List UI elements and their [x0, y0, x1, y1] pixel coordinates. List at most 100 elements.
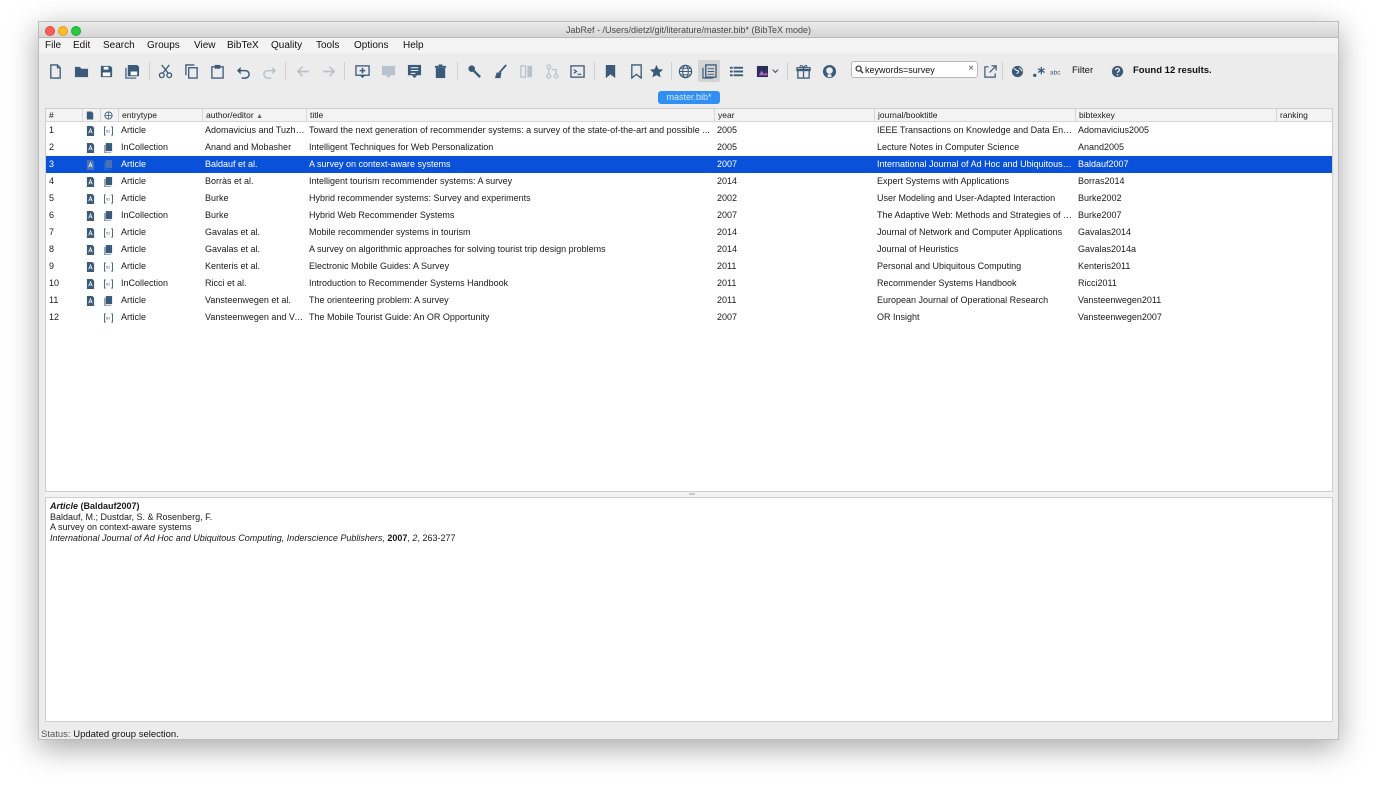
cell-author: Burke	[205, 193, 229, 203]
table-row[interactable]: 8 Article Gavalas et al. A survey on algori…	[46, 241, 1332, 258]
side-pane-icon[interactable]	[698, 60, 720, 82]
menu-view[interactable]: View	[194, 40, 216, 51]
doi-link-icon[interactable]: ID	[104, 194, 113, 204]
mark-icon[interactable]	[602, 63, 618, 79]
help-icon[interactable]	[1109, 63, 1125, 79]
menu-help[interactable]: Help	[403, 40, 424, 51]
pdf-file-icon[interactable]	[86, 279, 95, 289]
search-field[interactable]: ×	[851, 61, 978, 78]
pdf-file-icon[interactable]	[86, 262, 95, 272]
menu-bibtex[interactable]: BibTeX	[227, 40, 259, 51]
new-entry-from-plaintext-icon[interactable]	[380, 63, 396, 79]
web-search-icon[interactable]	[677, 63, 693, 79]
pdf-file-icon[interactable]	[86, 296, 95, 306]
window-title: JabRef - /Users/dietzl/git/literature/ma…	[565, 25, 812, 35]
doi-link-icon[interactable]: ID	[104, 279, 113, 289]
clear-search-icon[interactable]: ×	[968, 63, 974, 74]
column-header-journal[interactable]: journal/booktitle	[874, 109, 1075, 121]
column-header-links[interactable]	[100, 109, 118, 121]
undo-icon[interactable]	[235, 63, 251, 79]
doi-link-icon[interactable]: ID	[104, 126, 113, 136]
doi-link-icon[interactable]: ID	[104, 313, 113, 323]
forward-icon[interactable]	[320, 63, 336, 79]
regex-icon[interactable]	[1030, 63, 1046, 79]
book-link-icon[interactable]	[104, 143, 113, 153]
cell-title: A survey on algorithmic approaches for s…	[309, 244, 606, 254]
table-row[interactable]: 3 Article Baldauf et al. A survey on contex…	[46, 156, 1332, 173]
star-icon[interactable]	[648, 63, 664, 79]
open-library-icon[interactable]	[73, 63, 89, 79]
menu-file[interactable]: File	[45, 40, 61, 51]
github-icon[interactable]	[821, 63, 837, 79]
table-row[interactable]: 6 InCollection Burke Hybrid Web Recommender…	[46, 207, 1332, 224]
new-library-icon[interactable]	[47, 63, 63, 79]
pdf-file-icon[interactable]	[86, 160, 95, 170]
unmark-icon[interactable]	[628, 63, 644, 79]
table-row[interactable]: ID 10 InCollection Ricci et al. Introduction…	[46, 275, 1332, 292]
menu-edit[interactable]: Edit	[73, 40, 90, 51]
search-key-icon[interactable]	[466, 63, 482, 79]
column-header-ranking[interactable]: ranking	[1276, 109, 1332, 121]
edit-entry-icon[interactable]	[406, 63, 422, 79]
column-header-author[interactable]: author/editor ▲	[202, 109, 306, 121]
column-header-title[interactable]: title	[306, 109, 714, 121]
table-row[interactable]: ID 1 Article Adomavicius and Tuzhilin Toward…	[46, 122, 1332, 139]
doi-link-icon[interactable]: ID	[104, 262, 113, 272]
split-icon[interactable]	[544, 63, 560, 79]
search-input[interactable]	[865, 63, 961, 76]
paste-icon[interactable]	[209, 63, 225, 79]
column-header-files[interactable]	[82, 109, 100, 121]
book-link-icon[interactable]	[104, 177, 113, 187]
column-header-year[interactable]: year	[714, 109, 874, 121]
cleanup-icon[interactable]	[492, 63, 508, 79]
menu-options[interactable]: Options	[354, 40, 388, 51]
new-entry-icon[interactable]	[354, 63, 370, 79]
menu-groups[interactable]: Groups	[147, 40, 180, 51]
globe-icon[interactable]	[1009, 63, 1025, 79]
filter-button[interactable]: Filter	[1072, 65, 1093, 76]
case-sensitive-icon[interactable]: abc	[1049, 63, 1065, 79]
pdf-file-icon[interactable]	[86, 143, 95, 153]
pdf-file-icon[interactable]	[86, 245, 95, 255]
copy-icon[interactable]	[183, 63, 199, 79]
book-link-icon[interactable]	[104, 296, 113, 306]
delete-entry-icon[interactable]	[432, 63, 448, 79]
table-row[interactable]: 4 Article Borràs et al. Intelligent tourism…	[46, 173, 1332, 190]
table-icon[interactable]	[728, 63, 744, 79]
table-row[interactable]: ID 5 Article Burke Hybrid recommender system…	[46, 190, 1332, 207]
book-link-icon[interactable]	[104, 245, 113, 255]
column-header-bibtexkey[interactable]: bibtexkey	[1075, 109, 1276, 121]
terminal-icon[interactable]	[569, 63, 585, 79]
menu-quality[interactable]: Quality	[271, 40, 302, 51]
merge-icon[interactable]	[518, 63, 534, 79]
table-row[interactable]: ID 12 Article Vansteenwegen and Va... The Mo…	[46, 309, 1332, 326]
cut-icon[interactable]	[157, 63, 173, 79]
table-row[interactable]: ID 9 Article Kenteris et al. Electronic Mobi…	[46, 258, 1332, 275]
doi-link-icon[interactable]: ID	[104, 228, 113, 238]
book-link-icon[interactable]	[104, 211, 113, 221]
menu-search[interactable]: Search	[103, 40, 135, 51]
table-row[interactable]: ID 7 Article Gavalas et al. Mobile recommend…	[46, 224, 1332, 241]
cell-year: 2011	[717, 261, 737, 271]
preview-style-icon[interactable]	[755, 63, 781, 79]
save-icon[interactable]	[98, 63, 114, 79]
cell-author: Adomavicius and Tuzhilin	[205, 125, 305, 135]
table-row[interactable]: 11 Article Vansteenwegen et al. The oriente…	[46, 292, 1332, 309]
redo-icon[interactable]	[261, 63, 277, 79]
save-all-icon[interactable]	[124, 63, 140, 79]
pdf-file-icon[interactable]	[86, 194, 95, 204]
open-external-icon[interactable]	[982, 63, 998, 79]
book-link-icon[interactable]	[104, 160, 113, 170]
library-tab[interactable]: master.bib*	[658, 91, 720, 104]
menu-tools[interactable]: Tools	[316, 40, 339, 51]
gift-icon[interactable]	[795, 63, 811, 79]
column-header-entrytype[interactable]: entrytype	[118, 109, 202, 121]
cell-journal: Journal of Heuristics	[877, 244, 959, 254]
pdf-file-icon[interactable]	[86, 177, 95, 187]
pdf-file-icon[interactable]	[86, 211, 95, 221]
pdf-file-icon[interactable]	[86, 228, 95, 238]
pdf-file-icon[interactable]	[86, 126, 95, 136]
column-header-number[interactable]: #	[46, 109, 82, 121]
table-row[interactable]: 2 InCollection Anand and Mobasher Intellige…	[46, 139, 1332, 156]
back-icon[interactable]	[295, 63, 311, 79]
